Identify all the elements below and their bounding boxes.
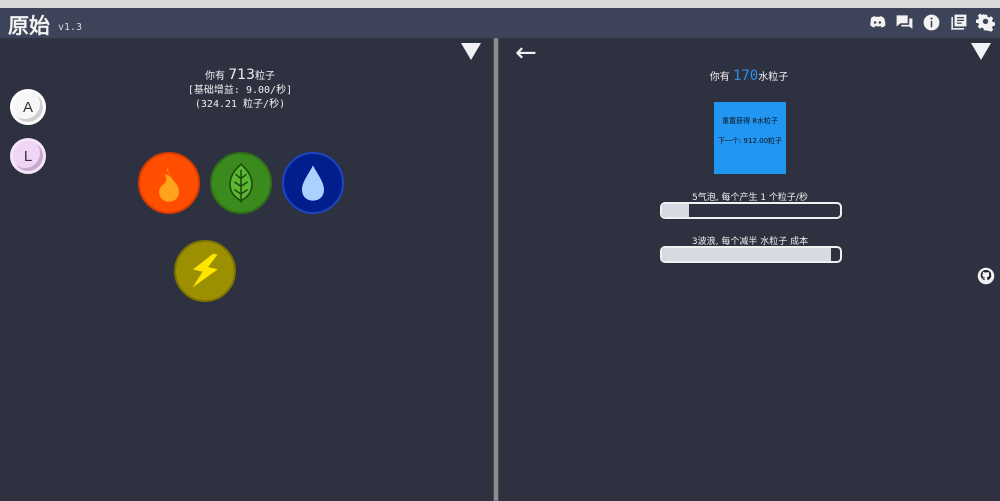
- divider-handle[interactable]: [494, 38, 498, 501]
- water-element-button[interactable]: [282, 152, 344, 214]
- particle-rate: (324.21 粒子/秒): [194, 99, 286, 110]
- particle-stats: 你有 713粒子 [基础增益: 9.00/秒] (324.21 粒子/秒): [140, 68, 340, 112]
- reset-gain-text: 重置获得 8水粒子: [722, 117, 778, 125]
- achievements-button[interactable]: A: [10, 89, 46, 125]
- fire-element-button[interactable]: [138, 152, 200, 214]
- reset-next-text: 下一个: 912.00粒子: [717, 137, 783, 145]
- water-drop-icon: [302, 165, 324, 201]
- leaf-element-button[interactable]: [210, 152, 272, 214]
- base-gain: [基础增益: 9.00/秒]: [187, 85, 293, 96]
- changelog-icon[interactable]: [948, 12, 969, 33]
- left-pane: A L 你有 713粒子 [基础增益: 9.00/秒] (324.21 粒子/秒…: [0, 38, 493, 501]
- app-version: v1.3: [58, 22, 83, 33]
- particle-count-line: 你有 713粒子: [140, 68, 340, 84]
- water-reset-button[interactable]: 重置获得 8水粒子 下一个: 912.00粒子: [714, 102, 786, 174]
- fire-icon: [159, 165, 179, 202]
- particle-unit: 粒子: [254, 71, 275, 82]
- you-have-label: 你有: [709, 72, 730, 83]
- lightning-icon: [192, 253, 218, 288]
- info-icon[interactable]: [921, 12, 942, 33]
- top-strip: [0, 0, 1000, 8]
- app-title: 原始: [8, 14, 50, 38]
- water-stats: 你有 170水粒子: [659, 68, 839, 84]
- discord-icon[interactable]: [867, 12, 888, 33]
- collapse-right-icon[interactable]: [971, 43, 991, 60]
- settings-icon[interactable]: [975, 12, 996, 33]
- you-have-label: 你有: [205, 71, 226, 82]
- app-header: 原始 v1.3: [0, 8, 1000, 38]
- wave-upgrade-fill: [662, 248, 832, 261]
- bubble-upgrade-bar[interactable]: [660, 202, 842, 219]
- right-pane: ← 你有 170水粒子 重置获得 8水粒子 下一个: 912.00粒子 5气泡,…: [499, 38, 1000, 501]
- header-icons: [867, 12, 996, 33]
- leaf-icon: [229, 163, 253, 203]
- thunder-element-button[interactable]: [174, 240, 236, 302]
- wave-upgrade-bar[interactable]: [660, 246, 842, 263]
- back-arrow-icon[interactable]: ←: [515, 38, 537, 68]
- chat-icon[interactable]: [894, 12, 915, 33]
- water-particle-unit: 水粒子: [758, 72, 789, 83]
- layers-button[interactable]: L: [10, 138, 46, 174]
- collapse-left-icon[interactable]: [461, 43, 481, 60]
- github-icon[interactable]: [977, 267, 995, 285]
- particle-count: 713: [228, 67, 255, 83]
- water-particle-count: 170: [732, 68, 759, 84]
- bubble-upgrade-fill: [662, 204, 689, 217]
